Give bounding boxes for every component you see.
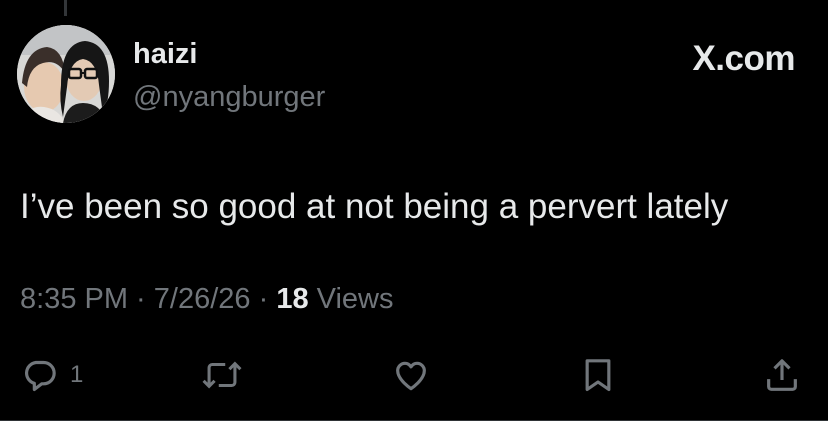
like-button[interactable]: [390, 355, 432, 395]
user-handle[interactable]: @nyangburger: [133, 83, 325, 112]
tweet-date[interactable]: 7/26/26: [154, 283, 251, 315]
reply-count: 1: [70, 361, 84, 388]
thread-line: [64, 0, 67, 16]
tweet-text: I’ve been so good at not being a pervert…: [20, 187, 729, 226]
display-name[interactable]: haizi: [133, 40, 197, 69]
views-count: 18: [276, 283, 309, 315]
repost-button[interactable]: [201, 355, 243, 395]
bookmark-button[interactable]: [578, 355, 618, 395]
reply-button[interactable]: 1: [20, 355, 83, 395]
meta-separator: ·: [128, 283, 154, 315]
avatar-photo: [17, 25, 115, 123]
repost-icon: [201, 355, 243, 395]
views-label: Views: [308, 283, 394, 315]
action-bar: 1: [0, 355, 828, 395]
avatar[interactable]: [17, 25, 115, 123]
share-icon: [762, 355, 802, 395]
share-button[interactable]: [762, 355, 802, 395]
meta-separator: ·: [250, 283, 277, 315]
tweet-meta: 8:35 PM · 7/26/26 · 18 Views: [20, 285, 393, 314]
bookmark-icon: [578, 355, 618, 395]
like-icon: [390, 355, 432, 395]
reply-icon: [20, 355, 60, 395]
brand-label: X.com: [692, 39, 795, 78]
tweet-time[interactable]: 8:35 PM: [20, 283, 128, 315]
